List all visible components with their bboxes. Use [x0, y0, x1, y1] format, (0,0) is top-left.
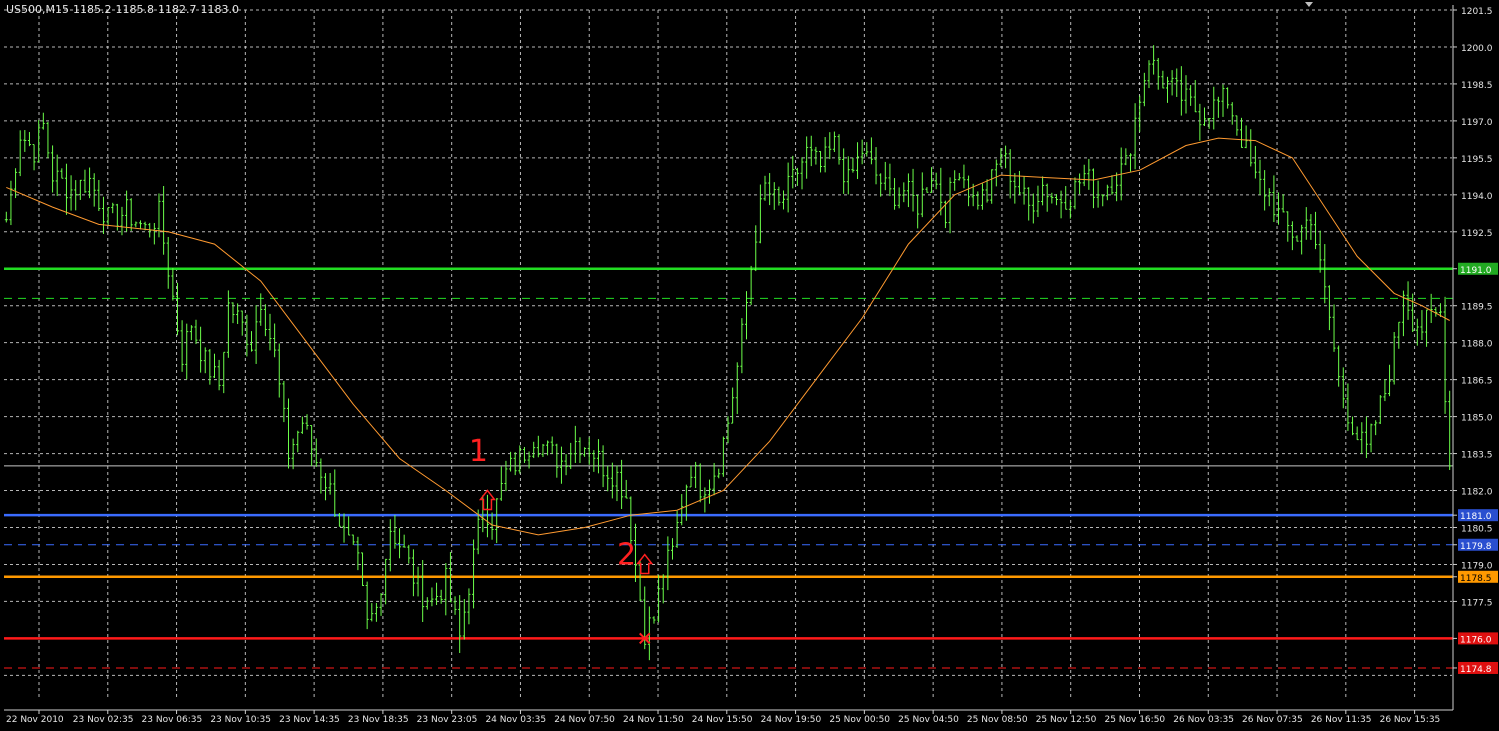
y-tick-label: 1179.0	[1461, 561, 1493, 571]
y-tick-label: 1198.5	[1461, 81, 1493, 91]
x-tick-label: 26 Nov 15:35	[1380, 715, 1441, 725]
y-tick-label: 1189.5	[1461, 303, 1493, 313]
x-tick-label: 25 Nov 12:50	[1036, 715, 1097, 725]
y-tick-label: 1183.5	[1461, 451, 1493, 461]
price-levels[interactable]	[4, 267, 1453, 669]
y-tick-label: 1182.0	[1461, 488, 1493, 498]
candlesticks	[4, 45, 1452, 661]
x-tick-label: 22 Nov 2010	[6, 715, 64, 725]
open-value: 1185.2	[73, 3, 112, 16]
y-tick-label: 1197.0	[1461, 118, 1493, 128]
close-value: 1183.0	[200, 3, 240, 16]
annotation-number-1: 1	[469, 434, 488, 469]
y-tick-label: 1195.5	[1461, 155, 1493, 165]
y-tick-label: 1201.5	[1461, 7, 1493, 17]
x-tick-label: 26 Nov 03:35	[1173, 715, 1234, 725]
x-tick-label: 25 Nov 16:50	[1104, 715, 1165, 725]
y-tick-label: 1188.0	[1461, 340, 1493, 350]
level-price-label: 1191.0	[1460, 266, 1492, 276]
x-tick-label: 26 Nov 07:35	[1242, 715, 1303, 725]
low-value: 1182.7	[158, 3, 197, 16]
y-tick-label: 1185.0	[1461, 414, 1493, 424]
level-price-label: 1174.8	[1460, 665, 1492, 675]
annotation-number-2: 2	[617, 537, 636, 572]
moving-average-line	[6, 137, 1450, 536]
level-price-label: 1178.5	[1460, 574, 1492, 584]
x-tick-label: 25 Nov 04:50	[898, 715, 959, 725]
x-tick-label: 24 Nov 03:35	[485, 715, 546, 725]
x-tick-label: 24 Nov 07:50	[554, 715, 615, 725]
x-tick-label: 23 Nov 06:35	[142, 715, 203, 725]
x-tick-label: 24 Nov 15:50	[692, 715, 753, 725]
x-tick-label: 23 Nov 10:35	[210, 715, 271, 725]
moving-average	[6, 137, 1450, 536]
x-tick-label: 24 Nov 19:50	[761, 715, 822, 725]
chart-shift-marker-icon	[1305, 2, 1313, 7]
axes: 1201.5 1200.0 1198.5 1197.0 1195.5 1194.0 1192…	[4, 2, 1498, 725]
grid	[4, 9, 1452, 700]
y-tick-label: 1200.0	[1461, 44, 1493, 54]
level-price-label: 1179.8	[1460, 542, 1492, 552]
y-tick-label: 1180.5	[1461, 525, 1493, 535]
price-chart[interactable]: 12 1201.51200.01198.51197.01195.51194.01…	[0, 0, 1499, 727]
y-tick-label: 1192.5	[1461, 229, 1493, 239]
high-value: 1185.8	[115, 3, 155, 16]
y-tick-label: 1186.5	[1461, 377, 1493, 387]
level-price-label: 1176.0	[1460, 635, 1492, 645]
y-tick-label: 1194.0	[1461, 192, 1493, 202]
chart-window[interactable]: 12 1201.5 1200.0 1198.5 1197.0 1195.5 1194.0 1…	[0, 0, 1499, 727]
x-tick-label: 24 Nov 11:50	[623, 715, 684, 725]
x-tick-label: 25 Nov 00:50	[829, 715, 890, 725]
x-tick-label: 23 Nov 23:05	[417, 715, 478, 725]
x-tick-label: 25 Nov 08:50	[967, 715, 1028, 725]
x-tick-label: 23 Nov 14:35	[279, 715, 340, 725]
y-tick-label: 1177.5	[1461, 598, 1493, 608]
x-tick-label: 23 Nov 02:35	[73, 715, 134, 725]
level-price-label: 1181.0	[1460, 512, 1492, 522]
x-tick-label: 26 Nov 11:35	[1311, 715, 1372, 725]
symbol-info: US500,M15 1185.2 1185.8 1182.7 1183.0	[6, 3, 243, 16]
x-tick-label: 23 Nov 18:35	[348, 715, 409, 725]
symbol-label: US500,M15	[6, 3, 70, 16]
